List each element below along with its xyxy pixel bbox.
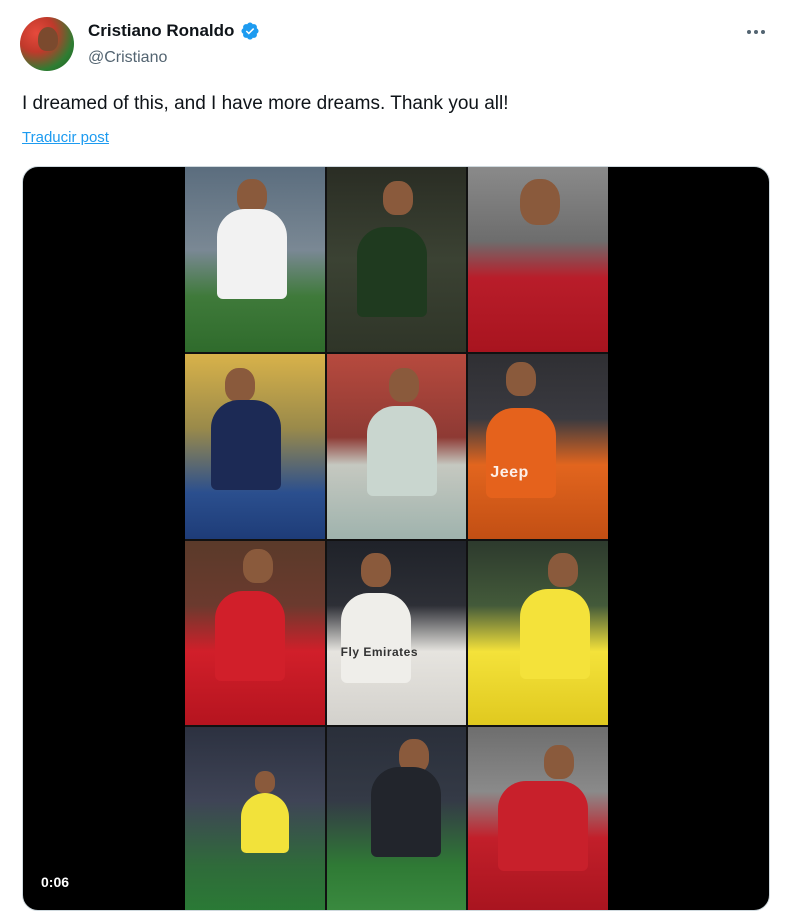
avatar[interactable] (20, 17, 74, 71)
author-display-name[interactable]: Cristiano Ronaldo (88, 21, 234, 41)
collage-tile (185, 727, 325, 910)
collage-tile (185, 353, 325, 539)
collage-tile (468, 167, 608, 352)
post-text: I dreamed of this, and I have more dream… (22, 93, 509, 114)
video-player[interactable]: Jeep Fly Emirates 0:06 (22, 166, 770, 911)
collage-tile (326, 167, 467, 352)
more-horizontal-icon (761, 30, 765, 34)
collage-tile (468, 540, 608, 726)
author-name-row: Cristiano Ronaldo (88, 21, 260, 41)
collage-tile (185, 540, 325, 726)
collage-tile: Jeep (468, 353, 608, 539)
more-options-button[interactable] (740, 22, 772, 42)
video-duration: 0:06 (35, 871, 76, 893)
collage-tile: Fly Emirates (326, 540, 467, 726)
collage-tile (185, 167, 325, 352)
more-horizontal-icon (754, 30, 758, 34)
collage-tile (326, 353, 467, 539)
more-horizontal-icon (747, 30, 751, 34)
jersey-text: Fly Emirates (340, 644, 419, 659)
verified-badge-icon[interactable] (240, 21, 260, 41)
translate-post-link[interactable]: Traducir post (22, 129, 109, 146)
author-handle[interactable]: @Cristiano (88, 49, 167, 67)
photo-collage: Jeep Fly Emirates (185, 167, 608, 910)
jersey-text: Jeep (490, 463, 529, 481)
collage-tile (468, 727, 608, 910)
collage-tile (326, 727, 467, 910)
